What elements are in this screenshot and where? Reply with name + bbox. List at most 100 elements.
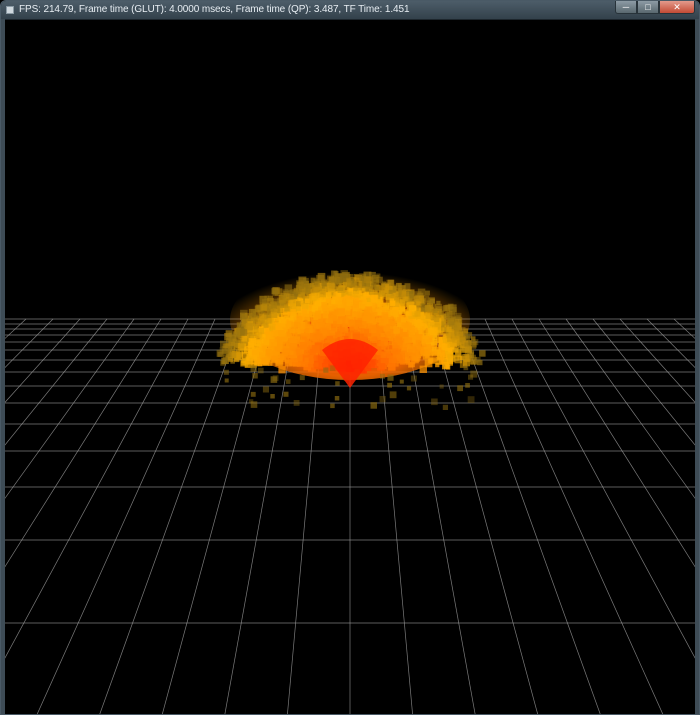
particle: [352, 311, 358, 317]
particle: [441, 343, 448, 350]
opengl-viewport[interactable]: [5, 20, 695, 714]
particle: [270, 355, 279, 364]
particle: [373, 311, 378, 316]
particle: [337, 308, 345, 317]
particle-stray: [283, 391, 289, 397]
particle: [269, 339, 277, 347]
grid-line-radial: [619, 318, 695, 403]
particle: [401, 317, 406, 323]
particle: [363, 309, 370, 316]
particle: [424, 305, 430, 312]
particle: [455, 312, 462, 319]
particle-stray: [335, 381, 340, 386]
close-button[interactable]: ✕: [659, 1, 695, 14]
particle: [290, 309, 296, 315]
particle: [350, 291, 356, 297]
minimize-button[interactable]: ─: [615, 1, 637, 14]
particle-stray: [379, 396, 386, 403]
particle: [248, 338, 257, 346]
particle: [447, 354, 452, 359]
particle: [335, 331, 340, 337]
particle-stray: [406, 386, 412, 391]
particle: [322, 313, 328, 319]
grid-line-radial: [592, 318, 695, 446]
particle: [409, 332, 414, 338]
particle: [252, 355, 258, 360]
title-bar[interactable]: FPS: 214.79, Frame time (GLUT): 4.0000 m…: [1, 1, 699, 20]
particle: [418, 330, 423, 335]
particle: [225, 330, 233, 337]
particle-stray: [399, 379, 404, 384]
app-window: FPS: 214.79, Frame time (GLUT): 4.0000 m…: [0, 0, 700, 715]
grid-line-radial: [5, 318, 162, 568]
particle: [356, 312, 362, 318]
particle: [270, 311, 277, 318]
particle: [380, 333, 385, 338]
particle: [336, 318, 343, 324]
particle: [228, 357, 234, 362]
particle: [280, 292, 286, 299]
particle: [304, 357, 309, 363]
particle: [444, 363, 450, 369]
particle-stray: [431, 398, 438, 406]
particle: [449, 320, 454, 325]
maximize-button[interactable]: □: [637, 1, 659, 14]
particle-stray: [389, 391, 397, 399]
particle: [402, 327, 408, 332]
particle: [383, 346, 389, 352]
particle: [337, 293, 342, 298]
particle: [256, 359, 262, 364]
particle: [386, 353, 392, 359]
particle: [421, 335, 430, 344]
window-controls: ─ □ ✕: [615, 1, 695, 15]
grid-line-radial: [5, 318, 27, 339]
grid-line-radial: [5, 318, 54, 368]
grid-line-radial: [538, 318, 695, 568]
particle: [222, 343, 228, 349]
particle-stray: [299, 375, 305, 381]
particle: [389, 307, 398, 315]
grid-line-radial: [5, 318, 135, 499]
particle: [371, 294, 379, 302]
particle: [265, 348, 272, 356]
particle-stray: [463, 365, 469, 371]
particle: [281, 318, 287, 324]
particle: [339, 327, 345, 333]
particle: [300, 342, 307, 350]
particle: [288, 294, 294, 300]
particle: [239, 343, 245, 349]
particle-stray: [387, 382, 392, 388]
particle: [443, 305, 450, 312]
particle: [298, 328, 304, 334]
particle: [311, 292, 320, 301]
particle: [462, 353, 470, 361]
particle: [362, 299, 368, 304]
particle-stray: [457, 385, 463, 392]
particle: [312, 334, 320, 342]
grid-line-radial: [430, 318, 539, 714]
particle-stray: [465, 383, 470, 388]
particle: [379, 363, 386, 370]
particle-stray: [272, 375, 279, 381]
particle-stray: [330, 403, 335, 409]
particle: [311, 345, 320, 353]
particle: [315, 310, 321, 316]
particle: [322, 282, 328, 287]
particle: [380, 283, 386, 288]
particle-stray: [387, 374, 394, 381]
particle: [241, 335, 248, 342]
particle: [414, 310, 421, 317]
particle: [429, 327, 438, 336]
grid-line-radial: [5, 318, 189, 659]
maximize-icon: □: [645, 2, 651, 12]
particle: [265, 331, 274, 340]
particle: [283, 327, 288, 332]
grid-line-radial: [511, 318, 695, 659]
grid-line-radial: [5, 318, 108, 446]
particle: [439, 310, 444, 316]
particle: [282, 348, 290, 356]
particle: [427, 358, 433, 364]
grid-line-radial: [457, 318, 601, 714]
particle: [294, 321, 301, 329]
particle-stray: [439, 384, 444, 389]
